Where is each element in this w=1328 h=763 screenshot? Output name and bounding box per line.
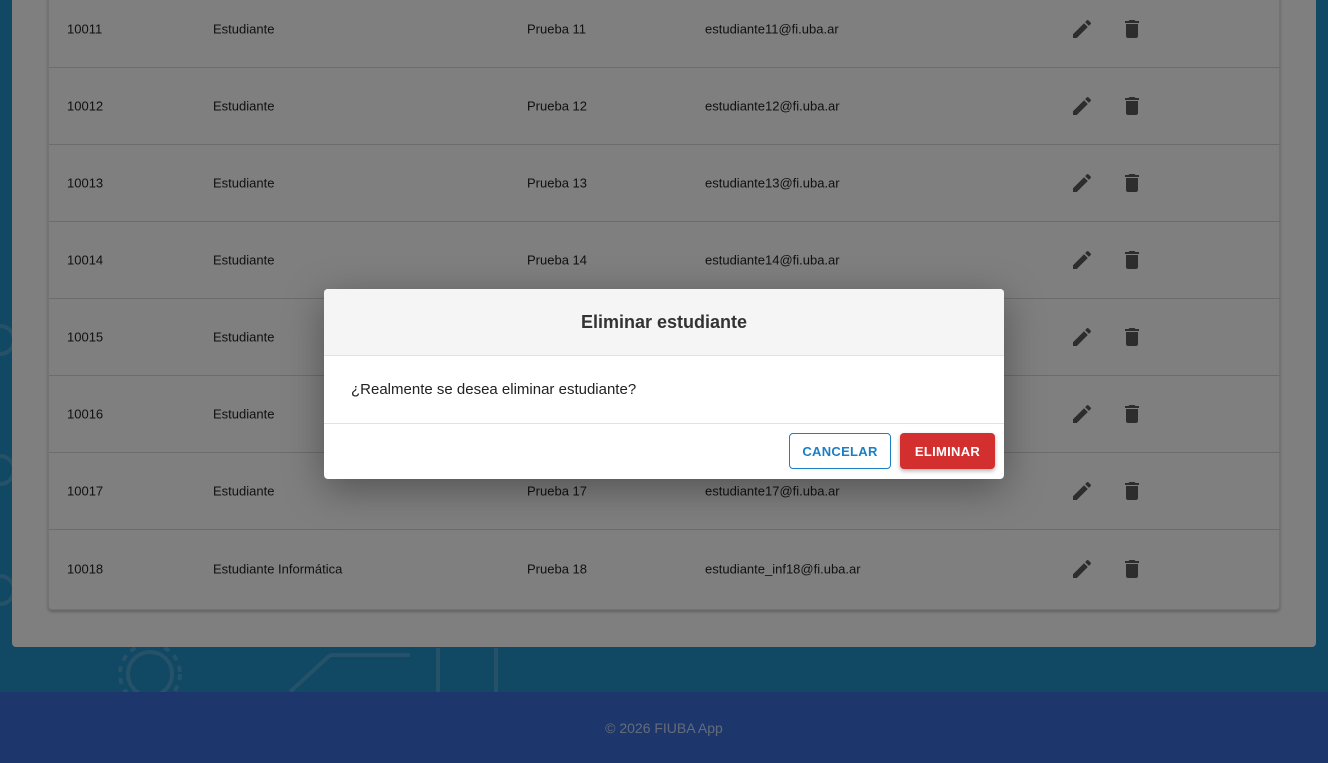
- dialog-message: ¿Realmente se desea eliminar estudiante?: [351, 381, 637, 398]
- dialog-footer: CANCELAR ELIMINAR: [324, 424, 1004, 479]
- dialog-header: Eliminar estudiante: [324, 289, 1004, 356]
- cancel-button[interactable]: CANCELAR: [789, 433, 891, 469]
- dialog-body: ¿Realmente se desea eliminar estudiante?: [324, 356, 1004, 424]
- delete-confirmation-dialog: Eliminar estudiante ¿Realmente se desea …: [324, 289, 1004, 479]
- dialog-title: Eliminar estudiante: [580, 311, 748, 332]
- delete-button[interactable]: ELIMINAR: [900, 433, 995, 469]
